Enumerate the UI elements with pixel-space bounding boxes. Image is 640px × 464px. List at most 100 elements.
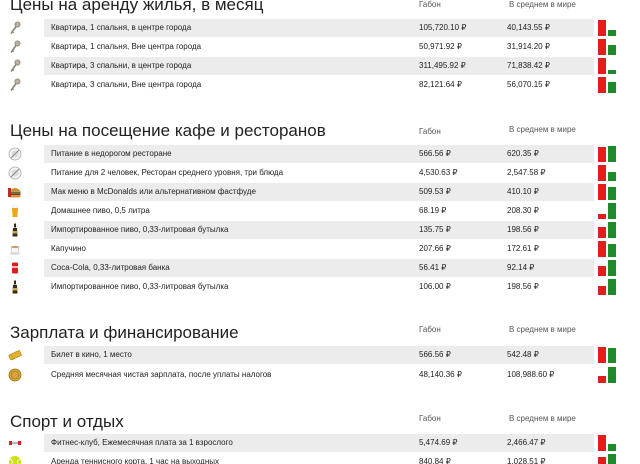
table-row: Импортированное пиво, 0,33-литровая буты… (0, 278, 640, 296)
item-label: Средняя месячная чистая зарплата, после … (51, 370, 272, 379)
item-label: Мак меню в McDonalds или альтернативном … (51, 187, 256, 196)
world-bar (608, 172, 616, 181)
item-label: Аренда теннисного корта, 1 час на выходн… (51, 457, 220, 464)
comparison-bars (598, 39, 622, 55)
local-price: 5,474.69 ₽ (419, 438, 458, 447)
table-row: Импортированное пиво, 0,33-литровая буты… (0, 221, 640, 239)
local-bar (598, 147, 606, 162)
column-header-local: Габон (419, 127, 441, 136)
item-label: Coca-Cola, 0,33-литровая банка (51, 263, 170, 272)
table-row: Домашнее пиво, 0,5 литра 68.19 ₽ 208.30 ₽ (0, 202, 640, 220)
local-bar (598, 376, 606, 383)
local-bar (598, 457, 606, 464)
comparison-bars (598, 241, 622, 257)
section-title: Зарплата и финансирование (10, 323, 239, 342)
local-price: 56.41 ₽ (419, 263, 447, 272)
burger-icon (8, 185, 22, 199)
world-bar (608, 82, 616, 93)
world-price: 40,143.55 ₽ (507, 23, 550, 32)
soda-can-icon (8, 261, 22, 275)
world-bar (608, 279, 616, 295)
local-price: 48,140.36 ₽ (419, 370, 462, 379)
local-price: 566.56 ₽ (419, 149, 451, 158)
world-price: 2,547.58 ₽ (507, 168, 546, 177)
comparison-bars (598, 260, 622, 276)
beer-glass-icon (8, 204, 22, 218)
world-price: 410.10 ₽ (507, 187, 539, 196)
world-bar (608, 222, 616, 238)
world-bar (608, 444, 616, 451)
world-price: 172.61 ₽ (507, 244, 539, 253)
local-bar (598, 227, 606, 238)
table-row: Coca-Cola, 0,33-литровая банка 56.41 ₽ 92.… (0, 259, 640, 277)
item-label: Квартира, 1 спальня, Вне центра города (51, 42, 202, 51)
comparison-bars (598, 58, 622, 74)
local-price: 105,720.10 ₽ (419, 23, 467, 32)
world-price: 198.56 ₽ (507, 282, 539, 291)
table-row: Фитнес-клуб, Ежемесячная плата за 1 взро… (0, 434, 640, 452)
item-label: Капучино (51, 244, 86, 253)
local-price: 135.75 ₽ (419, 225, 451, 234)
plate-icon (8, 147, 22, 161)
local-price: 106.00 ₽ (419, 282, 451, 291)
local-bar (598, 286, 606, 295)
world-price: 108,988.60 ₽ (507, 370, 555, 379)
local-bar (598, 241, 606, 257)
comparison-bars (598, 184, 622, 200)
table-row: Квартира, 3 спальни, Вне центра города 82… (0, 76, 640, 94)
coin-icon (8, 368, 22, 382)
world-price: 198.56 ₽ (507, 225, 539, 234)
world-bar (608, 146, 616, 162)
local-price: 68.19 ₽ (419, 206, 447, 215)
comparison-bars (598, 347, 622, 363)
comparison-bars (598, 20, 622, 36)
local-bar (598, 266, 606, 276)
comparison-bars (598, 165, 622, 181)
world-bar (608, 70, 616, 74)
item-label: Билет в кино, 1 место (51, 350, 132, 359)
ticket-icon (8, 348, 22, 362)
world-price: 71,838.42 ₽ (507, 61, 550, 70)
section-title: Цены на посещение кафе и ресторанов (10, 121, 326, 140)
key-icon (8, 21, 22, 35)
table-row: Аренда теннисного корта, 1 час на выходн… (0, 453, 640, 464)
local-price: 207.66 ₽ (419, 244, 451, 253)
comparison-bars (598, 222, 622, 238)
coffee-cup-icon (8, 242, 22, 256)
column-header-local: Габон (419, 414, 441, 423)
world-price: 1,028.51 ₽ (507, 457, 546, 464)
table-row: Квартира, 3 спальни, в центре города 311,… (0, 57, 640, 75)
table-row: Квартира, 1 спальня, в центре города 105,… (0, 19, 640, 37)
comparison-bars (598, 435, 622, 451)
table-row: Мак меню в McDonalds или альтернативном … (0, 183, 640, 201)
world-bar (608, 45, 616, 55)
local-bar (598, 214, 606, 219)
world-bar (608, 260, 616, 276)
column-header-local: Габон (419, 325, 441, 334)
comparison-bars (598, 146, 622, 162)
section-title: Цены на аренду жилья, в месяц (10, 0, 264, 14)
table-row: Питание для 2 человек, Ресторан среднего… (0, 164, 640, 182)
key-icon (8, 78, 22, 92)
item-label: Квартира, 1 спальня, в центре города (51, 23, 192, 32)
world-price: 542.48 ₽ (507, 350, 539, 359)
world-bar (608, 244, 616, 257)
item-label: Фитнес-клуб, Ежемесячная плата за 1 взро… (51, 438, 233, 447)
table-row: Средняя месячная чистая зарплата, после … (0, 366, 640, 384)
local-price: 509.53 ₽ (419, 187, 451, 196)
comparison-bars (598, 203, 622, 219)
world-price: 56,070.15 ₽ (507, 80, 550, 89)
item-label: Квартира, 3 спальни, Вне центра города (51, 80, 202, 89)
key-icon (8, 59, 22, 73)
local-price: 4,530.63 ₽ (419, 168, 458, 177)
world-price: 620.35 ₽ (507, 149, 539, 158)
world-bar (608, 367, 616, 383)
local-bar (598, 435, 606, 451)
beer-bottle-icon (8, 280, 22, 294)
item-label: Питание в недорогом ресторане (51, 149, 172, 158)
comparison-bars (598, 367, 622, 383)
local-bar (598, 39, 606, 55)
comparison-bars (598, 279, 622, 295)
world-bar (608, 203, 616, 219)
local-price: 311,495.92 ₽ (419, 61, 466, 70)
